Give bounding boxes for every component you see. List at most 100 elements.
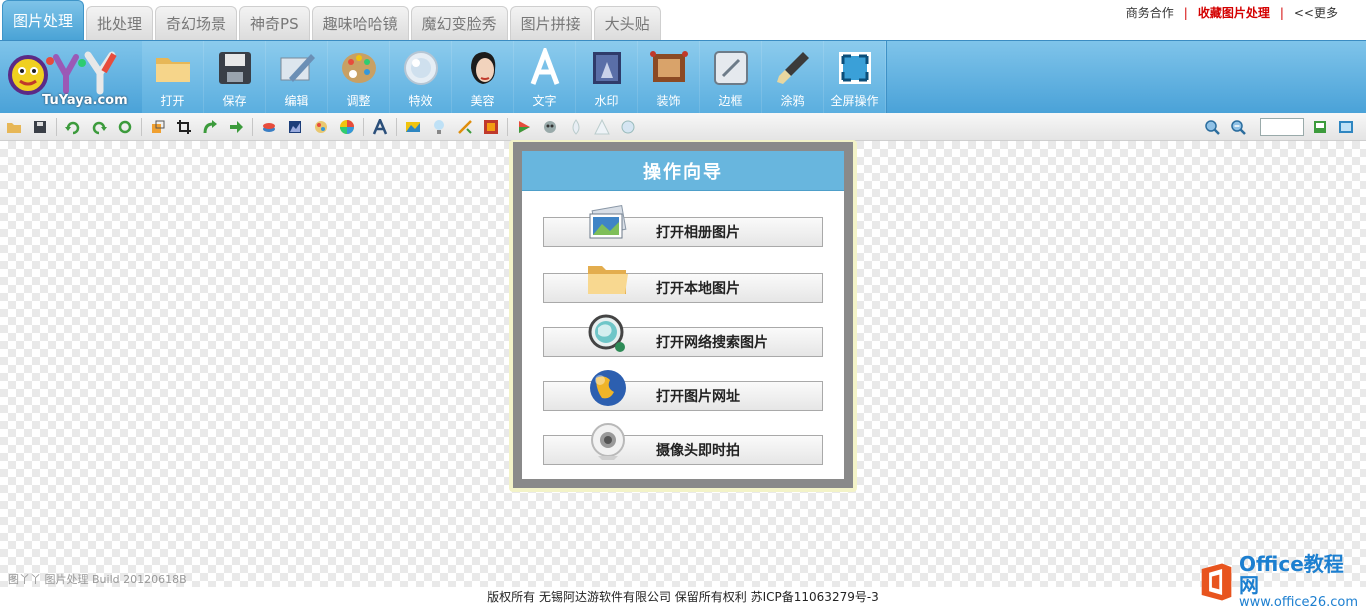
open-button[interactable]: 打开: [142, 41, 204, 114]
doodle-button[interactable]: 涂鸦: [762, 41, 824, 114]
link-separator: |: [1183, 5, 1188, 20]
palette-icon: [341, 53, 376, 83]
office26-watermark: Office教程网 www.office26.com: [1198, 554, 1358, 609]
zoom-input[interactable]: [1260, 118, 1304, 136]
web-search-icon: [588, 314, 625, 352]
quick-open-icon[interactable]: [4, 117, 24, 137]
open-url-button[interactable]: 打开图片网址: [543, 370, 823, 411]
tab-image-processing[interactable]: 图片处理: [2, 0, 85, 40]
filter-icon[interactable]: [481, 117, 501, 137]
tab-magic-ps[interactable]: 神奇PS: [239, 6, 310, 40]
chart-icon[interactable]: [403, 117, 423, 137]
layers-icon[interactable]: [259, 117, 279, 137]
forward-icon[interactable]: [226, 117, 246, 137]
decorate-button[interactable]: 装饰: [638, 41, 700, 114]
edit-button[interactable]: 编辑: [266, 41, 328, 114]
play-icon[interactable]: [514, 117, 534, 137]
favorite-link[interactable]: 收藏图片处理: [1192, 4, 1276, 21]
sparkle-icon[interactable]: [455, 117, 475, 137]
guide-dialog-body: 操作向导 打开相册图片 打开本地图片 打开网络搜索图片 打开图片网址 摄像头即时…: [522, 151, 844, 479]
module-tabs: 图片处理 批处理 奇幻场景 神奇PS 趣味哈哈镜 魔幻变脸秀 图片拼接 大头贴: [2, 0, 663, 40]
redo-icon[interactable]: [200, 117, 220, 137]
link-separator: |: [1279, 5, 1284, 20]
guide-dialog: 操作向导 打开相册图片 打开本地图片 打开网络搜索图片 打开图片网址 摄像头即时…: [513, 142, 853, 488]
album-icon: [589, 204, 627, 239]
open-web-search-button[interactable]: 打开网络搜索图片: [543, 314, 823, 357]
rotate-left-icon[interactable]: [63, 117, 83, 137]
beauty-button[interactable]: 美容: [452, 41, 514, 114]
button-label: 打开网络搜索图片: [656, 335, 768, 351]
effects-button[interactable]: 特效: [390, 41, 452, 114]
office-logo-icon: [1201, 563, 1232, 601]
tab-image-stitch[interactable]: 图片拼接: [509, 6, 592, 40]
rotate-right-icon[interactable]: [89, 117, 109, 137]
globe-icon: [590, 370, 626, 406]
tool-label: 边框: [718, 94, 743, 108]
top-links: 商务合作 | 收藏图片处理 | <<更多: [1120, 4, 1344, 21]
watermark-line2: www.office26.com: [1239, 595, 1358, 609]
divider: [507, 118, 508, 136]
bulb-icon[interactable]: [429, 117, 449, 137]
frame-icon: [713, 51, 748, 85]
zoom-in-icon[interactable]: [1202, 117, 1222, 137]
tool-label: 调整: [346, 94, 371, 108]
histogram-icon[interactable]: [285, 117, 305, 137]
tool-group: 打开 保存 编辑 调整 特效 美容 文字 水印 装饰 边框 涂鸦 全屏操作: [142, 41, 887, 114]
tool-label: 装饰: [656, 94, 681, 108]
business-link[interactable]: 商务合作: [1120, 4, 1180, 21]
fit-icon[interactable]: [1310, 117, 1330, 137]
quick-save-icon[interactable]: [30, 117, 50, 137]
blur-icon[interactable]: [618, 117, 638, 137]
divider: [141, 118, 142, 136]
save-button[interactable]: 保存: [204, 41, 266, 114]
logo-text: TuYaya.com: [42, 93, 128, 108]
text-button[interactable]: 文字: [514, 41, 576, 114]
resize-icon[interactable]: [148, 117, 168, 137]
more-link[interactable]: <<更多: [1288, 4, 1344, 21]
tool-label: 水印: [594, 94, 619, 108]
color-icon[interactable]: [311, 117, 331, 137]
mask-icon[interactable]: [540, 117, 560, 137]
triangle-icon[interactable]: [592, 117, 612, 137]
frame-button[interactable]: 边框: [700, 41, 762, 114]
button-label: 摄像头即时拍: [656, 443, 740, 459]
tab-face-morph[interactable]: 魔幻变脸秀: [410, 6, 508, 40]
tab-photo-sticker[interactable]: 大头贴: [593, 6, 661, 40]
build-version: 图丫丫 图片处理 Build 20120618B: [8, 573, 187, 586]
crop-icon[interactable]: [174, 117, 194, 137]
actual-size-icon[interactable]: [1336, 117, 1356, 137]
tool-label: 美容: [470, 94, 495, 108]
open-album-button[interactable]: 打开相册图片: [543, 204, 823, 247]
button-label: 打开相册图片: [656, 225, 740, 241]
watermark-button[interactable]: 水印: [576, 41, 638, 114]
tool-label: 保存: [222, 94, 247, 108]
drop-icon[interactable]: [566, 117, 586, 137]
main-toolbar: TuYaya.com 打开 保存 编辑 调整 特效 美容 文字 水印 装饰 边框…: [0, 40, 1366, 114]
tool-label: 涂鸦: [780, 94, 805, 108]
decorate-icon: [649, 51, 688, 82]
zoom-out-icon[interactable]: [1228, 117, 1248, 137]
tab-batch[interactable]: 批处理: [86, 6, 154, 40]
tab-funhouse-mirror[interactable]: 趣味哈哈镜: [311, 6, 409, 40]
fullscreen-button[interactable]: 全屏操作: [824, 41, 886, 114]
button-label: 打开图片网址: [656, 389, 740, 405]
top-tab-bar: 图片处理 批处理 奇幻场景 神奇PS 趣味哈哈镜 魔幻变脸秀 图片拼接 大头贴 …: [0, 0, 1366, 40]
refresh-icon[interactable]: [115, 117, 135, 137]
divider: [252, 118, 253, 136]
font-icon[interactable]: [370, 117, 390, 137]
button-label: 打开本地图片: [656, 281, 740, 297]
watermark-text: Office教程网 www.office26.com: [1239, 554, 1358, 609]
tab-fantasy-scene[interactable]: 奇幻场景: [155, 6, 238, 40]
open-local-button[interactable]: 打开本地图片: [543, 266, 823, 303]
local-folder-icon: [588, 266, 628, 294]
effect-icon: [403, 51, 438, 85]
color-wheel-icon[interactable]: [337, 117, 357, 137]
adjust-button[interactable]: 调整: [328, 41, 390, 114]
divider: [396, 118, 397, 136]
tool-label: 文字: [532, 94, 557, 108]
text-icon: [530, 48, 559, 85]
webcam-button[interactable]: 摄像头即时拍: [543, 423, 823, 465]
dialog-title: 操作向导: [522, 151, 844, 191]
watermark-line1: Office教程网: [1239, 552, 1344, 598]
tuyaya-logo[interactable]: TuYaya.com: [6, 47, 130, 109]
